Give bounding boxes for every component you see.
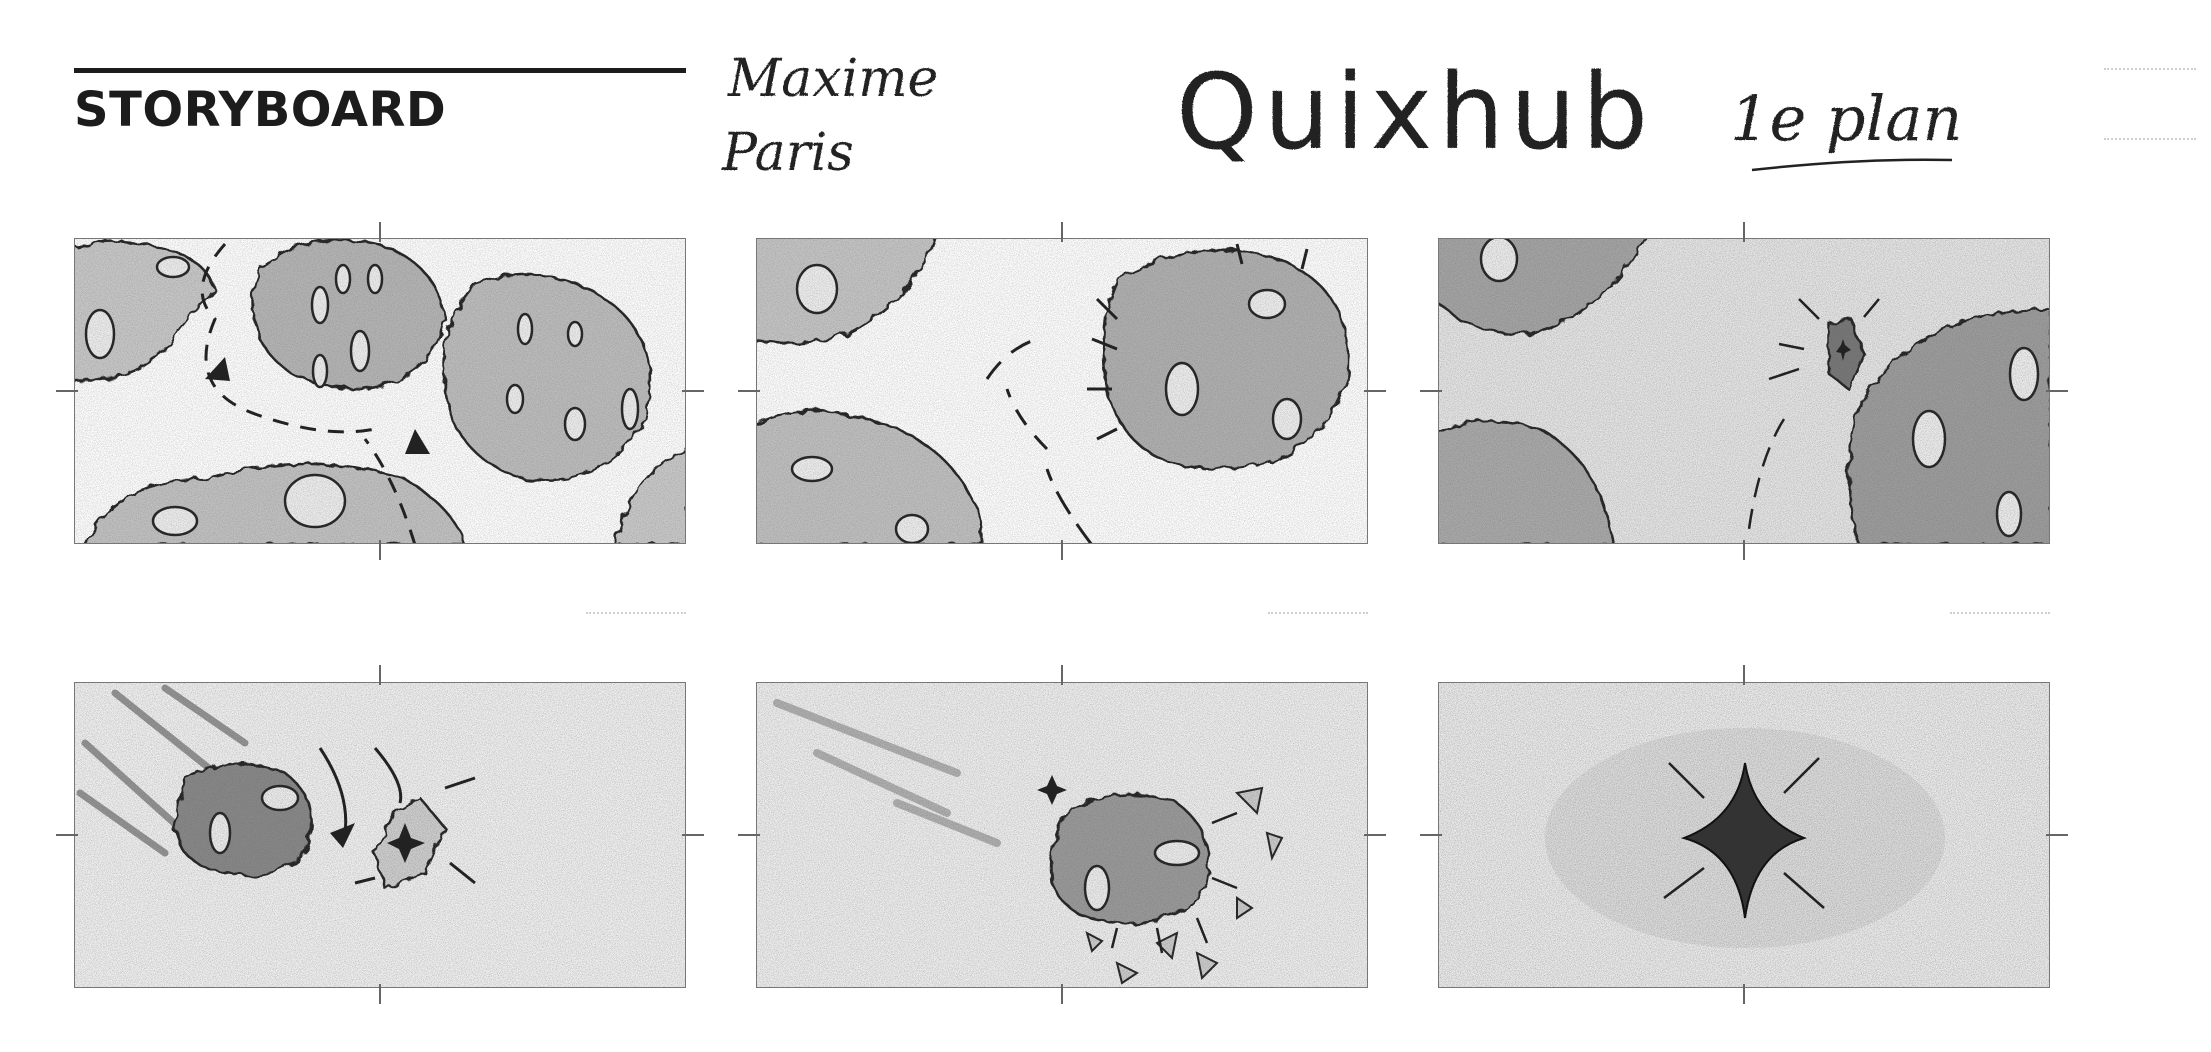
- panel-1-drawing: [75, 239, 685, 543]
- storyboard-panel-5: [756, 682, 1368, 988]
- storyboard-panel-1: [74, 238, 686, 544]
- storyboard-panel-3: [1438, 238, 2050, 544]
- handwriting-layer: Maxime Paris Quixhub 1e plan: [721, 49, 1962, 183]
- margin-dotline: [2104, 68, 2196, 70]
- author-last-name: Paris: [721, 123, 854, 183]
- panel-note-line: [1268, 612, 1368, 614]
- storyboard-panel-2: [756, 238, 1368, 544]
- panel-5-drawing: [757, 683, 1367, 987]
- project-name: Quixhub: [1176, 51, 1654, 173]
- shot-label: 1e plan: [1730, 82, 1962, 155]
- shot-underline: [1751, 158, 1953, 172]
- storyboard-panel-4: [74, 682, 686, 988]
- panel-note-line: [586, 612, 686, 614]
- panel-4-drawing: [75, 683, 685, 987]
- author-first-name: Maxime: [727, 49, 938, 109]
- panel-6-drawing: [1439, 683, 2049, 987]
- panel-2-drawing: [757, 239, 1367, 543]
- panel-3-drawing: [1439, 239, 2049, 543]
- panel-note-line: [1950, 612, 2050, 614]
- margin-dotline: [2104, 138, 2196, 140]
- storyboard-panel-6: [1438, 682, 2050, 988]
